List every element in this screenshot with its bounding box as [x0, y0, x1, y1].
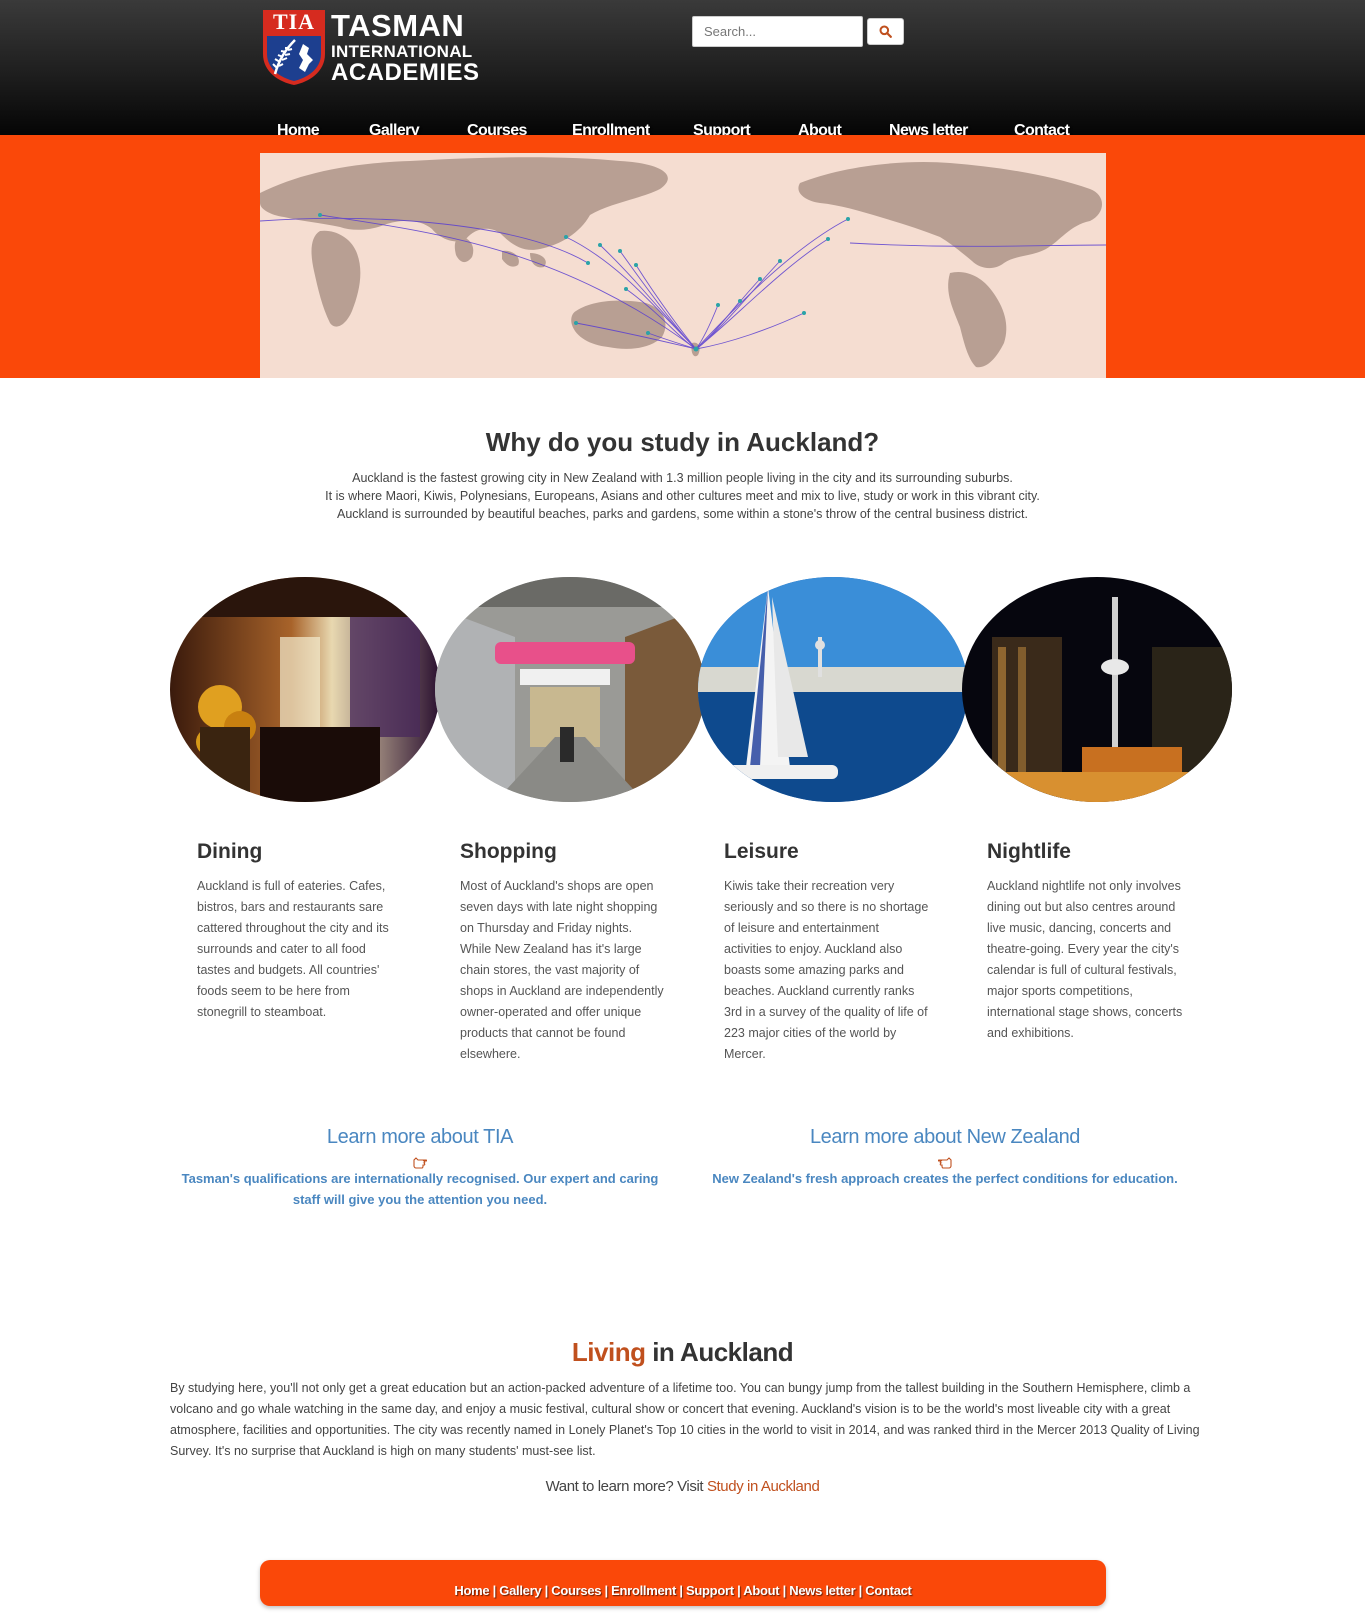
nightlife-photo — [962, 577, 1232, 802]
intro-title: Why do you study in Auckland? — [485, 427, 880, 457]
living-title-accent: Living — [571, 1337, 646, 1367]
dining-photo — [170, 577, 440, 802]
site-logo[interactable]: TIA TASMAN INTERNATIONAL ACADEMIES — [261, 8, 481, 88]
footer-separator: | — [601, 1583, 612, 1598]
logo-line-3: ACADEMIES — [331, 59, 480, 86]
intro-line-3: Auckland is surrounded by beautiful beac… — [337, 507, 1028, 521]
search-button[interactable] — [867, 18, 904, 45]
learn-more-tia-link[interactable]: Learn more about TIA — [170, 1126, 670, 1149]
feature-dining: Dining Auckland is full of eateries. Caf… — [197, 840, 402, 1023]
leisure-scene-image — [698, 577, 968, 802]
logo-line-2: INTERNATIONAL — [331, 42, 473, 61]
shopping-scene-image — [435, 577, 705, 802]
living-text: By studying here, you'll not only get a … — [170, 1381, 1200, 1458]
feature-title: Dining — [197, 840, 263, 863]
logo-line-1: TASMAN — [331, 8, 465, 43]
footer-link-support[interactable]: Support — [686, 1583, 734, 1598]
footer-link-contact[interactable]: Contact — [865, 1583, 912, 1598]
world-map-image — [260, 153, 1106, 378]
visit-prefix: Want to learn more? Visit — [545, 1478, 707, 1495]
feature-title: Nightlife — [987, 840, 1071, 863]
feature-text: Most of Auckland's shops are open seven … — [460, 879, 664, 1061]
footer-link-home[interactable]: Home — [454, 1583, 489, 1598]
footer-link-enrollment[interactable]: Enrollment — [611, 1583, 676, 1598]
feature-text: Auckland nightlife not only involves din… — [987, 879, 1183, 1040]
search-input[interactable] — [692, 16, 863, 47]
feature-title: Leisure — [724, 840, 799, 863]
feature-title: Shopping — [460, 840, 557, 863]
logo-wordmark: TASMAN INTERNATIONAL ACADEMIES — [331, 10, 480, 85]
feature-leisure: Leisure Kiwis take their recreation very… — [724, 840, 929, 1065]
learn-more-tia-text: Tasman's qualifications are internationa… — [181, 1171, 659, 1207]
learn-more-nz-link[interactable]: Learn more about New Zealand — [700, 1126, 1190, 1149]
dining-scene-image — [170, 577, 440, 802]
shopping-photo — [435, 577, 705, 802]
footer-separator: | — [489, 1583, 500, 1598]
footer-link-gallery[interactable]: Gallery — [499, 1583, 541, 1598]
footer-link-about[interactable]: About — [743, 1583, 779, 1598]
intro-line-1: Auckland is the fastest growing city in … — [352, 471, 1013, 485]
footer-separator: | — [779, 1583, 790, 1598]
feature-text: Auckland is full of eateries. Cafes, bis… — [197, 879, 389, 1019]
learn-more-nz: Learn more about New Zealand New Zealand… — [700, 1126, 1190, 1189]
intro-line-2: It is where Maori, Kiwis, Polynesians, E… — [325, 489, 1040, 503]
feature-text: Kiwis take their recreation very serious… — [724, 879, 929, 1061]
nightlife-scene-image — [962, 577, 1232, 802]
footer-link-newsletter[interactable]: News letter — [789, 1583, 855, 1598]
feature-shopping: Shopping Most of Auckland's shops are op… — [460, 840, 665, 1065]
logo-badge: TIA — [263, 10, 325, 34]
feature-nightlife: Nightlife Auckland nightlife not only in… — [987, 840, 1192, 1044]
living-title: Living in Auckland — [0, 1337, 1365, 1368]
learn-more-nz-text: New Zealand's fresh approach creates the… — [712, 1171, 1178, 1186]
leisure-photo — [698, 577, 968, 802]
footer-separator: | — [541, 1583, 552, 1598]
footer-nav: Home | Gallery | Courses | Enrollment | … — [260, 1583, 1106, 1598]
living-title-rest: in Auckland — [645, 1337, 794, 1367]
site-header: TIA TASMAN INTERNATIONAL ACADEMIES Home … — [0, 0, 1365, 139]
footer-separator: | — [676, 1583, 687, 1598]
footer-separator: | — [855, 1583, 866, 1598]
visit-line: Want to learn more? Visit Study in Auckl… — [0, 1478, 1365, 1495]
footer-link-courses[interactable]: Courses — [551, 1583, 601, 1598]
footer-bar: Home | Gallery | Courses | Enrollment | … — [260, 1560, 1106, 1606]
footer-separator: | — [733, 1583, 744, 1598]
search-icon — [879, 25, 892, 38]
intro-text: Auckland is the fastest growing city in … — [0, 469, 1365, 523]
world-map-graphic — [260, 153, 1106, 378]
study-in-auckland-link[interactable]: Study in Auckland — [707, 1478, 820, 1495]
learn-more-tia: Learn more about TIA Tasman's qualificat… — [170, 1126, 670, 1210]
